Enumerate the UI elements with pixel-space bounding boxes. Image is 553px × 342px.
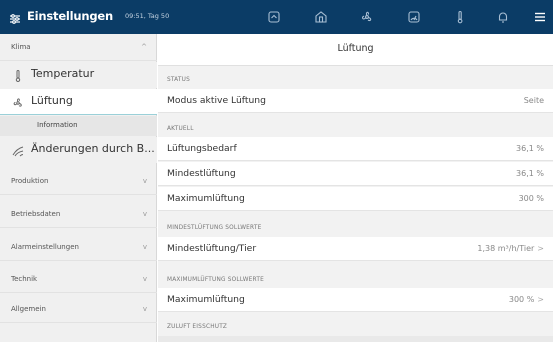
next-row-edge [158,336,553,342]
wind-icon [11,143,25,157]
setting-label: Maximumlüftung [167,294,245,305]
house-icon[interactable] [313,9,329,25]
setting-row-maximumlueftung: Maximumlüftung 300 % [158,187,553,211]
setting-label: Mindestlüftung [167,168,236,179]
sidebar-subitem-label: Information [37,121,78,129]
sidebar-group-label: Technik [11,275,38,283]
menu-icon[interactable] [532,9,548,25]
section-label-aktuell: AKTUELL [167,126,194,132]
setting-label: Maximumlüftung [167,193,245,204]
sidebar-group-alarmeinstellungen[interactable]: Alarmeinstellungen v [0,234,157,261]
chevron-down-icon: v [142,275,147,283]
app-title: Einstellungen [27,9,114,23]
section-label-zuluft-eisschutz: ZULUFT EISSCHUTZ [167,324,228,330]
home-icon[interactable] [266,9,282,25]
chevron-down-icon: v [142,210,147,218]
setting-value: Seite [523,96,544,105]
sidebar-group-label: Produktion [11,177,49,185]
sidebar-group-klima[interactable]: Klima ^ [0,34,157,61]
sidebar-group-technik[interactable]: Technik v [0,266,157,293]
setting-row-mindestlueftung-tier[interactable]: Mindestlüftung/Tier 1,38 m³/h/Tier > [158,237,553,261]
chevron-right-icon: > [537,244,544,253]
top-bar: Einstellungen 09:51, Tag 50 [0,0,553,34]
thermometer-icon[interactable] [452,9,468,25]
sidebar-group-label: Betriebsdaten [11,210,61,218]
sidebar-item-label: Lüftung [31,94,73,107]
section-label-mindestlueftung-sollwerte: MINDESTLÜFTUNG SOLLWERTE [167,225,262,231]
sidebar-item-label: Änderungen durch B... [31,142,155,155]
setting-row-modus[interactable]: Modus aktive Lüftung Seite [158,89,553,113]
sidebar-group-allgemein[interactable]: Allgemein v [0,296,157,323]
sidebar-group-label: Allgemein [11,305,46,313]
bell-icon[interactable] [495,9,511,25]
sidebar-item-aenderungen[interactable]: Änderungen durch B... [0,137,157,163]
gauge-icon[interactable] [406,9,422,25]
sidebar-item-lueftung[interactable]: Lüftung [0,89,157,115]
fan-icon[interactable] [359,9,375,25]
setting-value: 36,1 % [516,144,544,153]
page-title: Lüftung [337,43,374,54]
sidebar-group-produktion[interactable]: Produktion v [0,168,157,195]
setting-row-lueftungsbedarf: Lüftungsbedarf 36,1 % [158,137,553,161]
time-day-readout: 09:51, Tag 50 [125,12,170,20]
setting-label: Lüftungsbedarf [167,143,237,154]
setting-value: 300 % [518,194,544,203]
sidebar-group-label: Klima [11,43,31,51]
setting-label: Modus aktive Lüftung [167,95,266,106]
chevron-down-icon: v [142,177,147,185]
section-label-maximumlueftung-sollwerte: MAXIMUMLÜFTUNG SOLLWERTE [167,277,264,283]
setting-label: Mindestlüftung/Tier [167,243,257,254]
chevron-down-icon: v [142,243,147,251]
setting-value: 1,38 m³/h/Tier > [477,244,544,253]
chevron-down-icon: v [142,305,147,313]
section-label-status: STATUS [167,77,190,83]
chevron-up-icon: ^ [141,43,147,51]
sidebar-group-label: Alarmeinstellungen [11,243,79,251]
thermometer-icon [11,68,25,83]
chevron-right-icon: > [537,295,544,304]
sidebar-item-temperatur[interactable]: Temperatur [0,62,157,88]
setting-value: 300 % > [508,295,544,304]
main-panel: Lüftung STATUS Modus aktive Lüftung Seit… [158,34,553,342]
fan-icon [11,95,25,109]
setting-value: 36,1 % [516,169,544,178]
page-header: Lüftung [158,34,553,66]
setting-row-mindestlueftung: Mindestlüftung 36,1 % [158,162,553,186]
setting-row-maximumlueftung-soll[interactable]: Maximumlüftung 300 % > [158,288,553,312]
sidebar: Klima ^ Temperatur Lüftung Information Ä… [0,34,157,342]
sidebar-item-label: Temperatur [31,67,95,80]
sidebar-subitem-information[interactable]: Information [0,116,157,136]
sliders-icon[interactable] [9,10,21,24]
sidebar-group-betriebsdaten[interactable]: Betriebsdaten v [0,201,157,228]
